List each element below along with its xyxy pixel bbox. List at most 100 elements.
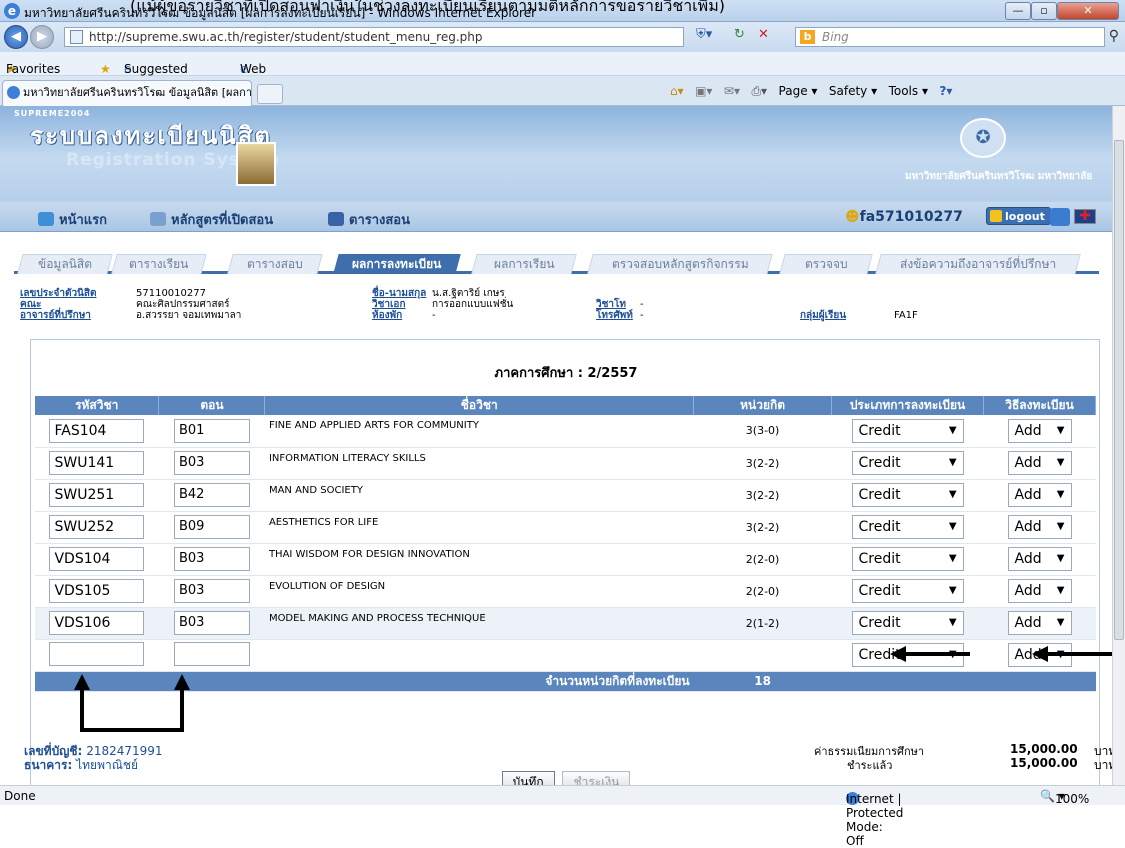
new-tab-button[interactable]: [257, 84, 283, 104]
reg-type-select[interactable]: Credit ▼: [851, 611, 964, 635]
course-code-input[interactable]: [49, 641, 145, 666]
section-input[interactable]: B01: [173, 418, 250, 443]
reg-type-select[interactable]: Credit ▼: [851, 547, 964, 571]
reg-type-select[interactable]: Credit ▼: [851, 579, 964, 603]
reg-type-value: Credit: [858, 455, 901, 471]
tab-registration-result[interactable]: ผลการลงทะเบียน: [333, 254, 461, 274]
tab-label: ตารางเรียน: [129, 257, 189, 271]
reg-method-select[interactable]: Add ▼: [1007, 418, 1072, 443]
course-code-input[interactable]: VDS106: [49, 611, 145, 635]
dropdown-arrow-icon: ▼: [948, 553, 957, 564]
reg-type-select[interactable]: Credit ▼: [851, 483, 964, 507]
menu-courses[interactable]: หลักสูตรที่เปิดสอน: [150, 209, 273, 230]
reg-type-select[interactable]: Credit ▼: [851, 451, 964, 475]
security-zone-label: Internet | Protected Mode: Off: [846, 792, 904, 848]
browser-tab[interactable]: มหาวิทยาลัยศรีนครินทรวิโรฒ ข้อมูลนิสิต […: [2, 80, 252, 106]
course-code-input[interactable]: SWU252: [49, 515, 145, 539]
maximize-button[interactable]: ▫: [1031, 2, 1057, 20]
reg-type-select[interactable]: Credit ▼: [851, 418, 964, 443]
menu-home[interactable]: หน้าแรก: [38, 209, 107, 230]
search-input[interactable]: b Bing: [795, 27, 1105, 47]
favorites-bar: ★ Favorites ★ e Suggested Sites ▾ e Web …: [0, 52, 1125, 118]
address-tools: ⛨▾ ↻ ✕: [690, 27, 790, 47]
logout-button[interactable]: logout: [986, 207, 1051, 225]
minimize-button[interactable]: —: [1005, 2, 1031, 20]
course-code-input[interactable]: VDS105: [49, 579, 145, 603]
course-code-input[interactable]: VDS104: [49, 547, 145, 571]
reg-method-select[interactable]: Add ▼: [1007, 451, 1072, 475]
url-input[interactable]: http://supreme.swu.ac.th/register/studen…: [64, 27, 684, 47]
safety-menu[interactable]: Safety ▾: [829, 84, 877, 98]
tab-class-schedule[interactable]: ตารางเรียน: [111, 254, 207, 274]
mail-icon[interactable]: ✉▾: [724, 84, 740, 98]
dropdown-arrow-icon: ▼: [948, 585, 957, 596]
section-input[interactable]: B09: [173, 515, 250, 539]
reg-method-select[interactable]: Add ▼: [1007, 579, 1072, 603]
reg-method-select[interactable]: Add ▼: [1007, 483, 1072, 507]
annotation-arrowhead: [74, 674, 90, 690]
english-flag-icon[interactable]: ✚: [1074, 209, 1096, 224]
search-placeholder: Bing: [822, 30, 849, 44]
header-units: หน่วยกิต: [693, 396, 833, 415]
zoom-control[interactable]: 🔍 100% ▾: [1040, 789, 1089, 806]
tab-exam-schedule[interactable]: ตารางสอบ: [227, 254, 323, 274]
tab-label: ตารางสอบ: [247, 257, 303, 271]
section-input[interactable]: B42: [173, 483, 250, 507]
tab-message-advisor[interactable]: ส่งข้อความถึงอาจารย์ที่ปรึกษา: [875, 254, 1081, 274]
course-code-input[interactable]: SWU251: [49, 483, 145, 507]
status-bar: Done Internet | Protected Mode: Off 🔍 100…: [0, 785, 1125, 848]
shield-icon[interactable]: ⛨▾: [696, 27, 712, 42]
reg-method-select[interactable]: Add ▼: [1007, 611, 1072, 635]
course-units: 3(2-2): [693, 479, 832, 512]
favorites-label: Favorites: [6, 62, 61, 76]
sub-tabs: ข้อมูลนิสิต ตารางเรียน ตารางสอบ ผลการลงท…: [14, 252, 1099, 274]
course-name: [264, 639, 694, 672]
dropdown-arrow-icon: ▼: [948, 457, 957, 468]
course-name: FINE AND APPLIED ARTS FOR COMMUNITY: [264, 415, 694, 448]
major-value: การออกแบบแฟชั่น: [432, 299, 514, 310]
print-icon[interactable]: ⎙▾: [751, 84, 767, 98]
calendar-icon: [328, 212, 344, 226]
table-row: VDS104 B03 THAI WISDOM FOR DESIGN INNOVA…: [35, 543, 1096, 576]
course-code-input[interactable]: FAS104: [49, 418, 145, 443]
back-button[interactable]: ◀: [4, 25, 28, 49]
advisor-value: อ.สวรรยา จอมเทพมาลา: [136, 310, 242, 321]
section-input[interactable]: [173, 641, 250, 666]
section-input[interactable]: B03: [173, 451, 250, 475]
tab-label: ผลการเรียน: [493, 257, 555, 271]
section-input[interactable]: B03: [173, 547, 250, 571]
section-input[interactable]: B03: [173, 579, 250, 603]
menu-schedule[interactable]: ตารางสอน: [328, 209, 410, 230]
feeds-icon[interactable]: ▣▾: [695, 84, 712, 98]
scrollbar-thumb[interactable]: [1114, 140, 1124, 640]
refresh-icon[interactable]: ↻: [734, 27, 745, 42]
vertical-scrollbar[interactable]: [1112, 106, 1125, 785]
course-units: 3(3-0): [693, 415, 832, 448]
dropdown-arrow-icon: ▼: [948, 424, 957, 436]
reg-method-select[interactable]: Add ▼: [1007, 547, 1072, 571]
save-button[interactable]: บันทึก: [501, 771, 555, 785]
section-input[interactable]: B03: [173, 611, 250, 635]
close-button[interactable]: ✕: [1057, 2, 1119, 20]
forward-button[interactable]: ▶: [30, 25, 54, 49]
top-menu: หน้าแรก หลักสูตรที่เปิดสอน ตารางสอน ☻fa5…: [0, 202, 1112, 232]
tab-grades[interactable]: ผลการเรียน: [471, 254, 577, 274]
tab-graduation-check[interactable]: ตรวจจบ: [779, 254, 873, 274]
zoom-level: 100%: [1054, 792, 1090, 806]
home-icon[interactable]: ⌂▾: [670, 84, 684, 98]
reg-method-select[interactable]: Add ▼: [1007, 515, 1072, 539]
phone-value: -: [640, 310, 644, 321]
tab-student-info[interactable]: ข้อมูลนิสิต: [17, 254, 113, 274]
course-code-input[interactable]: SWU141: [49, 451, 145, 475]
help-icon[interactable]: [1050, 208, 1070, 226]
stop-icon[interactable]: ✕: [758, 27, 769, 42]
reg-type-select[interactable]: Credit ▼: [851, 515, 964, 539]
pay-button[interactable]: ชำระเงิน: [562, 771, 631, 785]
tab-activity-check[interactable]: ตรวจสอบหลักสูตรกิจกรรม: [587, 254, 773, 274]
page-menu[interactable]: Page ▾: [779, 84, 818, 98]
header-reg-type: ประเภทการลงทะเบียน: [831, 396, 984, 415]
help-menu-icon[interactable]: ?▾: [939, 84, 952, 98]
search-icon[interactable]: ⚲: [1109, 28, 1119, 44]
course-name: AESTHETICS FOR LIFE: [264, 511, 694, 544]
tools-menu[interactable]: Tools ▾: [889, 84, 928, 98]
